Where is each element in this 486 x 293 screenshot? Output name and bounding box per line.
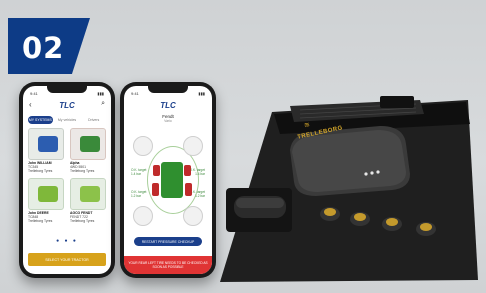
tab-my-systems[interactable]: MY SYSTEMS [28, 116, 53, 124]
phone-notch [47, 86, 87, 93]
restart-pressure-button[interactable]: RESTART PRESSURE CHECKUP [134, 237, 202, 246]
warning-text: SOON AS POSSIBLE [152, 265, 184, 269]
sensor-cap-icon [350, 212, 370, 226]
vehicle-tyres: Trelleborg Tyres [70, 169, 95, 174]
tractor-diagram: O.K. target 1.4 bar O.K. target 1.4 bar … [129, 128, 207, 236]
vehicle-card[interactable]: Alpha 4WD 5501 Trelleborg Tyres [70, 128, 106, 174]
page-dots: ● ● ● [56, 238, 78, 244]
tire-gauge-front-left[interactable] [133, 136, 153, 156]
vehicle-image [70, 177, 106, 210]
status-time: 9:41 [131, 91, 139, 96]
tire-gauge-rear-left[interactable] [133, 206, 153, 226]
vehicle-tabs: MY SYSTEMS My vehicles Drivers [28, 116, 106, 124]
product-showcase: 02 9:41 ▮▮▮ ‹ TLC ⌕ MY SYSTEMS My vehicl… [0, 0, 486, 293]
tab-drivers[interactable]: Drivers [81, 116, 106, 124]
wheel-icon [153, 165, 160, 176]
status-time: 9:41 [30, 91, 38, 96]
pressure-screen: 9:41 ▮▮▮ TLC Fendt Vario O.K. target 1.4… [124, 86, 212, 274]
wheel-icon [184, 165, 191, 176]
step-badge: 02 [8, 18, 90, 74]
reading-value: 1.2 bar [195, 194, 205, 198]
vehicle-tyres: Trelleborg Tyres [70, 219, 95, 224]
reading-value: 1.4 bar [131, 172, 141, 176]
sensor-cap-icon [382, 217, 402, 231]
tire-gauge-front-right[interactable] [183, 136, 203, 156]
tractor-icon [152, 162, 192, 198]
wheel-icon [185, 183, 192, 196]
reading-value: 1.2 bar [131, 194, 141, 198]
tire-warning-banner: YOUR REAR LEFT TIRE NEEDS TO BE CHECKED … [124, 256, 212, 274]
vehicle-subtitle: Vario [164, 119, 172, 123]
sensor-cap-icon [320, 207, 340, 221]
signal-icon: ▮▮▮ [198, 91, 205, 96]
wheel-icon [152, 183, 159, 196]
vehicle-tyres: Trelleborg Tyres [28, 169, 53, 174]
signal-icon: ▮▮▮ [97, 91, 104, 96]
vehicle-image [28, 177, 64, 210]
phone-vehicle-list: 9:41 ▮▮▮ ‹ TLC ⌕ MY SYSTEMS My vehicles … [19, 82, 115, 278]
vehicle-grid: John WILLIAM TC345 Trelleborg Tyres Alph… [28, 128, 106, 223]
vehicle-image [28, 128, 64, 160]
select-tractor-button[interactable]: SELECT YOUR TRACTOR [28, 253, 106, 266]
tire-gauge-rear-right[interactable] [183, 206, 203, 226]
sensor-cap-icon [416, 222, 436, 236]
sensor-kit-box: ≋ TRELLEBORG [220, 92, 478, 288]
vehicle-card[interactable]: John DEERE TC848 Trelleborg Tyres [28, 177, 64, 224]
kit-box-illustration [220, 96, 478, 282]
phone-notch [148, 86, 188, 93]
app-logo: TLC [59, 101, 75, 110]
trelleborg-logo-icon: ≋ [303, 121, 311, 130]
vehicle-tyres: Trelleborg Tyres [28, 219, 53, 224]
app-logo: TLC [160, 101, 176, 110]
vehicle-card[interactable]: John WILLIAM TC345 Trelleborg Tyres [28, 128, 64, 174]
vehicle-image [70, 128, 106, 160]
search-icon[interactable]: ⌕ [101, 100, 105, 108]
step-number: 02 [22, 31, 65, 65]
tab-my-vehicles[interactable]: My vehicles [55, 116, 80, 124]
reading-value: 1.4 bar [195, 172, 205, 176]
vehicle-list-screen: 9:41 ▮▮▮ ‹ TLC ⌕ MY SYSTEMS My vehicles … [23, 86, 111, 274]
vehicle-card[interactable]: AGCO FENDT FENDT 722 Trelleborg Tyres [70, 177, 106, 224]
phone-pressure-check: 9:41 ▮▮▮ TLC Fendt Vario O.K. target 1.4… [120, 82, 216, 278]
